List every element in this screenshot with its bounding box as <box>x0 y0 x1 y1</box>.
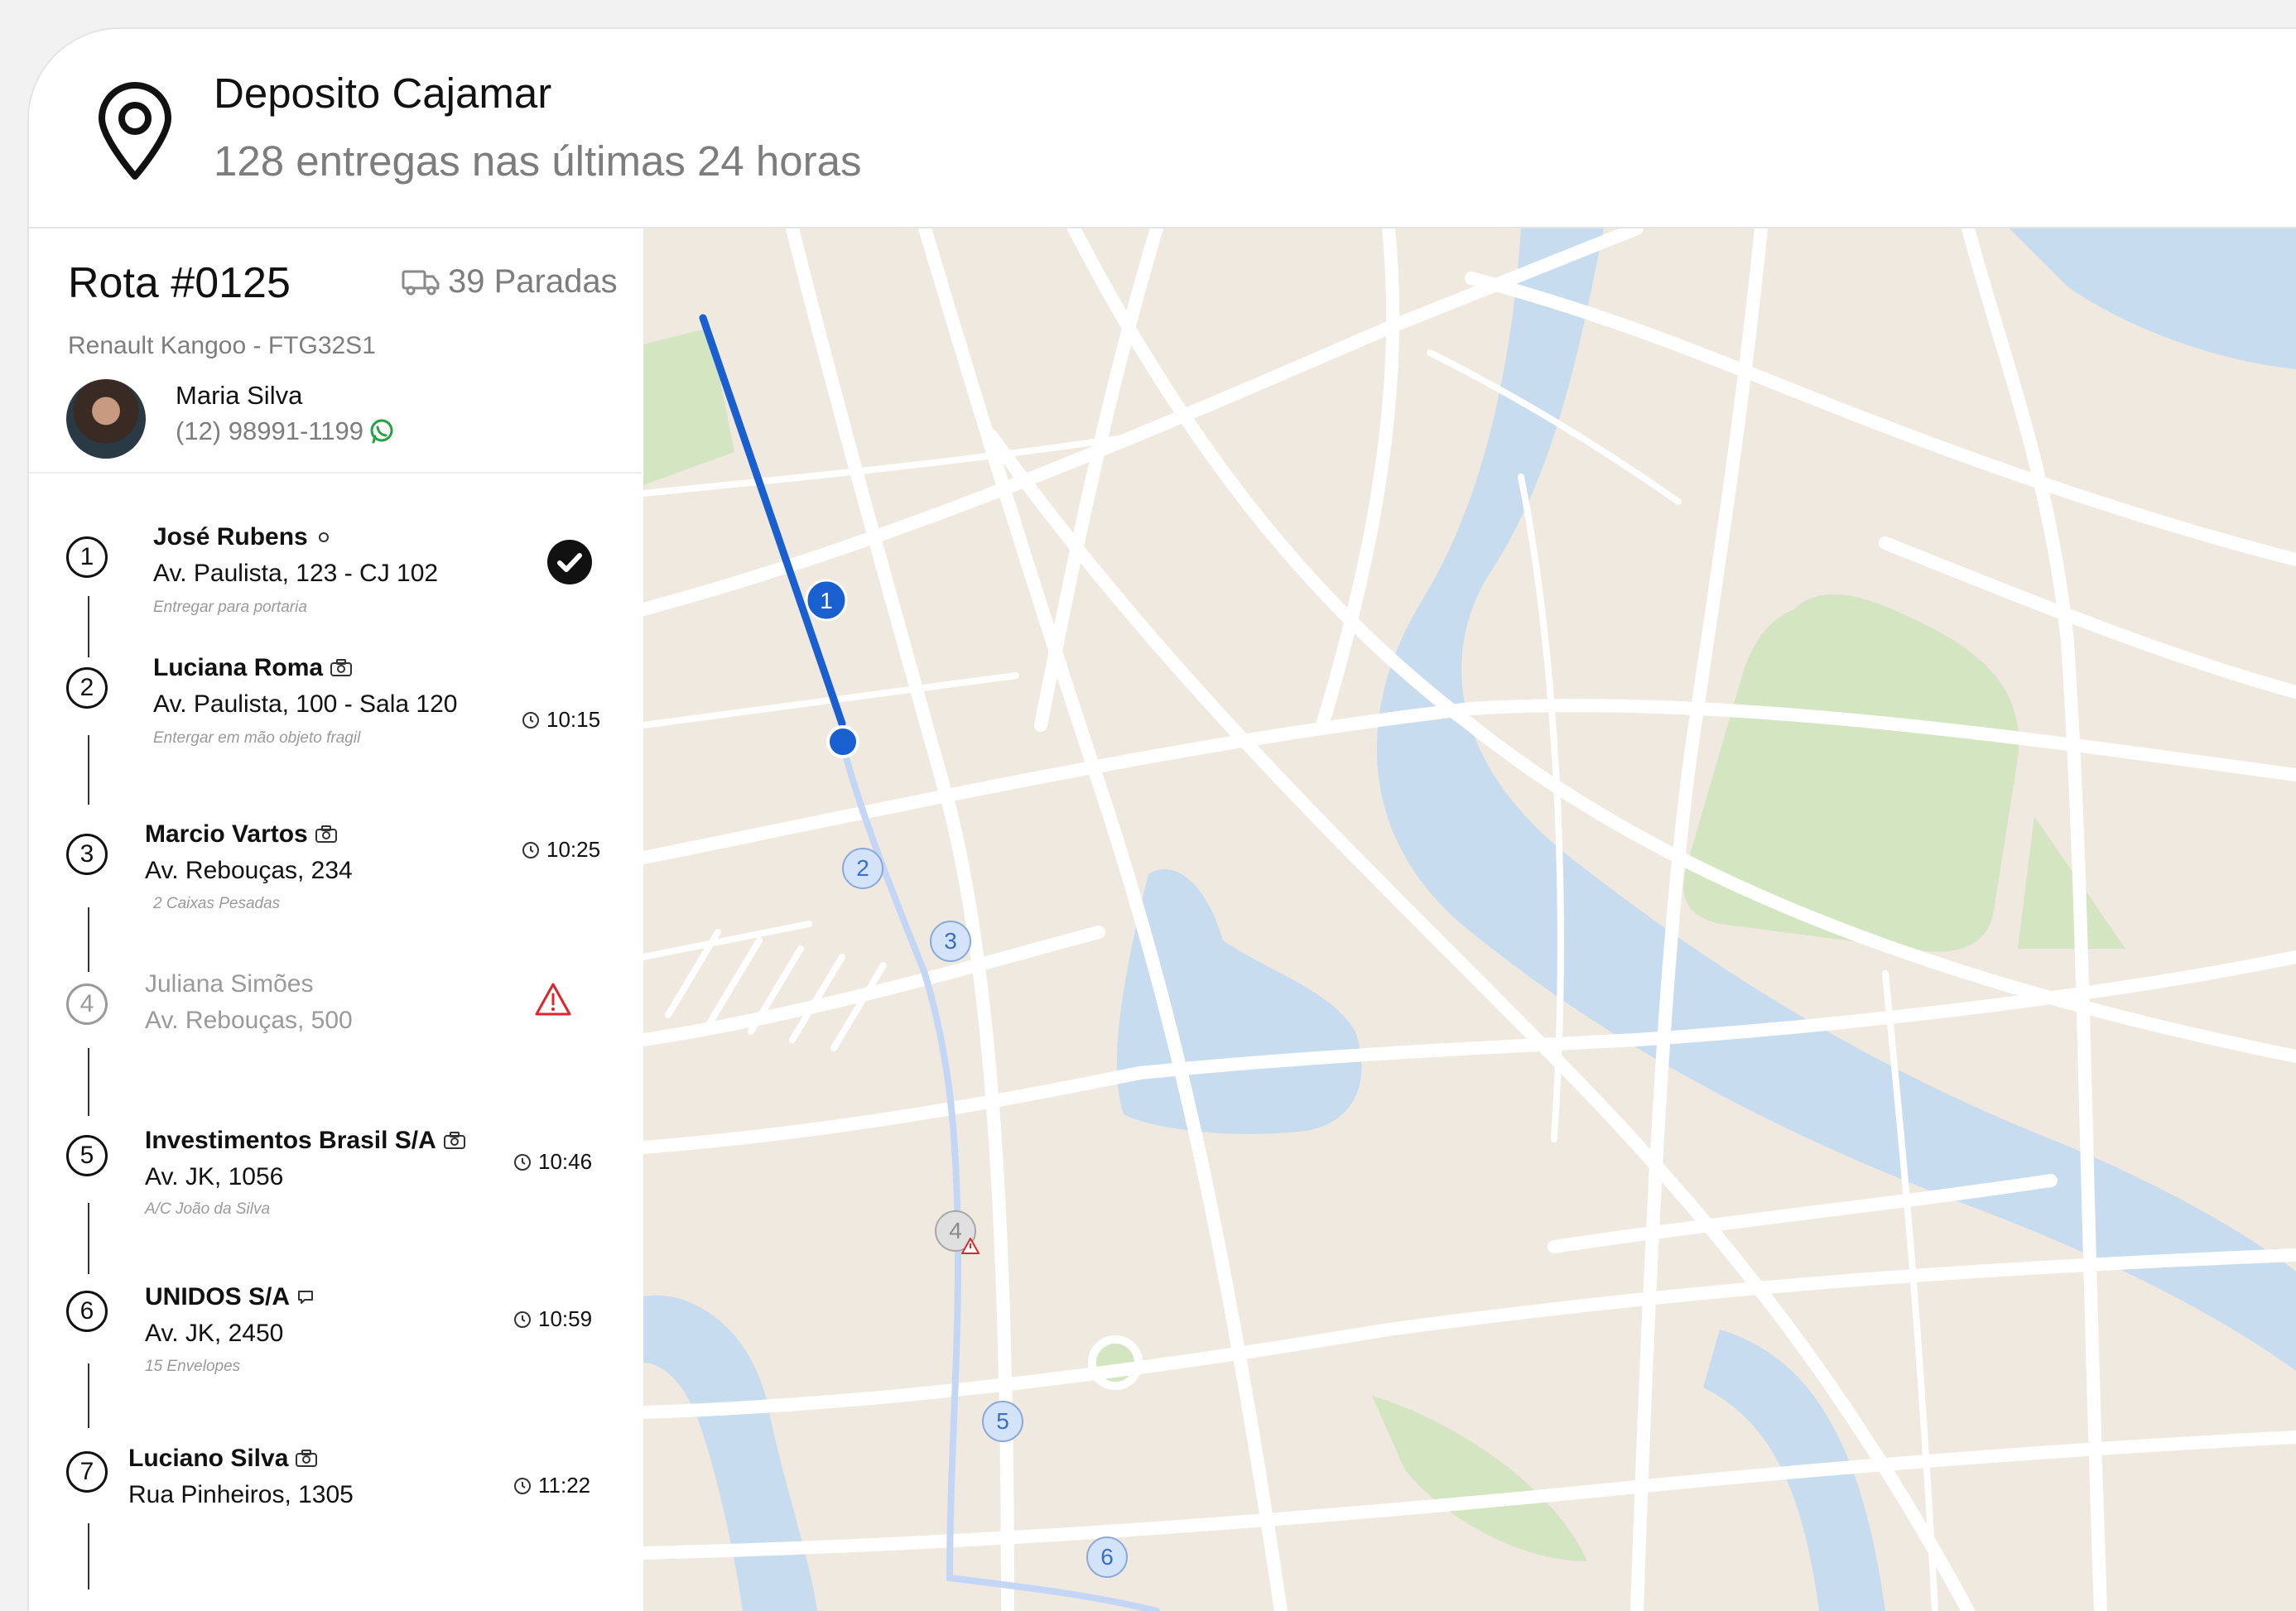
stop-number-6: 6 <box>66 1291 108 1332</box>
chat-icon <box>298 1291 314 1304</box>
stop-number-1: 1 <box>66 536 108 578</box>
stop-name-label: Luciano Silva <box>128 1445 289 1472</box>
stop-time-6: 10:59 <box>513 1306 592 1332</box>
stop-number-2: 2 <box>66 667 108 709</box>
clock-icon <box>522 841 539 858</box>
stop-time-7: 11:22 <box>513 1473 590 1498</box>
stop-time-label: 10:25 <box>546 837 601 862</box>
stop-time-label: 10:46 <box>538 1149 593 1174</box>
camera-icon <box>315 825 337 843</box>
stop-address-5: Av. JK, 1056 <box>145 1163 284 1190</box>
depot-header: Deposito Cajamar 128 entregas nas última… <box>29 29 2296 228</box>
stop-time-label: 10:59 <box>538 1306 593 1331</box>
stop-connector <box>88 1363 89 1428</box>
stop-number-4: 4 <box>66 983 108 1025</box>
stop-name-4[interactable]: Juliana Simões <box>145 970 313 998</box>
stop-name-3[interactable]: Marcio Vartos <box>145 820 338 849</box>
delivered-check-icon <box>547 540 592 584</box>
truck-icon <box>402 270 440 295</box>
stop-note-1: Entregar para portaria <box>153 599 307 616</box>
stop-note-3: 2 Caixas Pesadas <box>153 895 281 912</box>
driver-avatar[interactable] <box>66 379 146 459</box>
stop-name-5[interactable]: Investimentos Brasil S/A <box>145 1127 466 1155</box>
map-canvas[interactable]: 1 <box>643 228 2296 1611</box>
stops-count-label: 39 Paradas <box>448 263 618 300</box>
depot-subtitle: 128 entregas nas últimas 24 horas <box>214 137 862 185</box>
stop-number-7: 7 <box>66 1451 108 1493</box>
map-alert-icon <box>961 1238 980 1254</box>
stop-name-7[interactable]: Luciano Silva <box>128 1445 318 1473</box>
route-vehicle: Renault Kangoo - FTG32S1 <box>68 332 376 359</box>
current-position-marker[interactable] <box>826 725 859 758</box>
stop-connector <box>88 596 89 657</box>
map-marker-1-label: 1 <box>820 588 833 613</box>
route-sidebar: Rota #0125 Renault Kangoo - FTG32S1 39 P… <box>29 228 642 1611</box>
driver-phone[interactable]: (12) 98991-1199 <box>176 416 395 446</box>
sidebar-divider <box>29 472 642 474</box>
clock-icon <box>514 1310 531 1328</box>
stop-address-7: Rua Pinheiros, 1305 <box>128 1481 354 1508</box>
stop-connector <box>88 1523 89 1589</box>
clock-icon <box>514 1477 531 1494</box>
stop-address-1: Av. Paulista, 123 - CJ 102 <box>153 560 439 587</box>
stop-address-4: Av. Rebouças, 500 <box>145 1007 353 1034</box>
stop-note-5: A/C João da Silva <box>145 1200 271 1218</box>
whatsapp-icon[interactable] <box>368 418 395 445</box>
depot-title: Deposito Cajamar <box>214 70 552 117</box>
clock-icon <box>522 711 539 729</box>
stops-count: 39 Paradas <box>402 263 618 301</box>
stop-time-label: 10:15 <box>546 707 601 732</box>
stop-name-label: Investimentos Brasil S/A <box>145 1127 436 1154</box>
clock-icon <box>514 1153 531 1171</box>
camera-icon <box>330 659 353 676</box>
stop-name-1[interactable]: José Rubens <box>153 523 333 551</box>
map-pin-icon <box>99 82 171 180</box>
stop-name-label: Marcio Vartos <box>145 820 308 848</box>
driver-phone-number: (12) 98991-1199 <box>176 416 363 445</box>
stop-number-5: 5 <box>66 1135 108 1176</box>
map-marker-2[interactable]: 2 <box>842 848 883 889</box>
stop-connector <box>88 1048 89 1116</box>
route-title: Rota #0125 <box>68 259 291 307</box>
stop-name-label: José Rubens <box>153 523 308 551</box>
stop-address-6: Av. JK, 2450 <box>145 1320 284 1347</box>
stop-time-2: 10:15 <box>522 707 600 733</box>
stop-name-label: Luciana Roma <box>153 654 324 681</box>
stop-connector <box>88 1203 89 1274</box>
stop-name-label: Juliana Simões <box>145 970 314 998</box>
stop-note-2: Entergar em mão objeto fragil <box>153 729 361 747</box>
stop-name-2[interactable]: Luciana Roma <box>153 654 353 682</box>
camera-icon <box>296 1450 318 1467</box>
map-marker-3[interactable]: 3 <box>930 921 971 962</box>
alert-triangle-icon <box>535 983 571 1016</box>
stop-time-label: 11:22 <box>538 1473 591 1498</box>
driver-name: Maria Silva <box>176 381 303 410</box>
route-map[interactable]: 1 2 3 4 5 6 <box>643 228 2296 1611</box>
stop-address-2: Av. Paulista, 100 - Sala 120 <box>153 690 458 718</box>
stop-number-3: 3 <box>66 834 108 875</box>
app-frame: Deposito Cajamar 128 entregas nas última… <box>29 29 2296 1611</box>
map-marker-6[interactable]: 6 <box>1086 1536 1128 1578</box>
stop-name-6[interactable]: UNIDOS S/A <box>145 1283 315 1311</box>
stop-connector <box>88 907 89 972</box>
stop-name-label: UNIDOS S/A <box>145 1283 291 1310</box>
stop-address-3: Av. Rebouças, 234 <box>145 857 353 884</box>
camera-icon <box>443 1132 465 1149</box>
map-marker-5[interactable]: 5 <box>982 1401 1023 1442</box>
stop-connector <box>88 735 89 805</box>
stop-note-6: 15 Envelopes <box>145 1358 241 1375</box>
stop-time-5: 10:46 <box>513 1149 592 1175</box>
stop-time-3: 10:25 <box>522 837 600 863</box>
dot-icon <box>318 532 329 542</box>
